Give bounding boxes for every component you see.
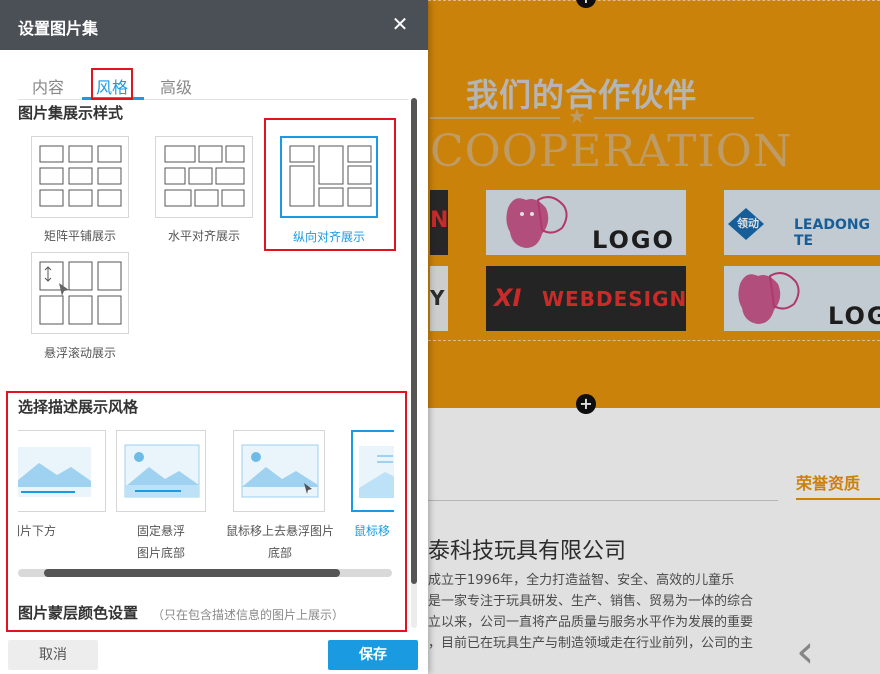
- grid-layout-icon: [39, 145, 122, 207]
- description-option-fixed[interactable]: [116, 430, 206, 512]
- annotation-highlight: [91, 68, 133, 100]
- image-caption-fixed-icon: [124, 444, 200, 498]
- display-option-label: 矩阵平铺展示: [43, 229, 116, 243]
- mask-color-note: （只在包含描述信息的图片上展示）: [152, 608, 345, 622]
- label-line: 固定悬浮: [136, 524, 185, 538]
- horizontal-scrollbar-thumb[interactable]: [44, 569, 340, 577]
- settings-scroll-area[interactable]: 图片集展示样式 矩阵平铺展示 水平对齐展示 纵向对齐展示 悬浮滚动展示 选择描述…: [0, 100, 410, 635]
- description-option-label: 图片下方: [18, 524, 57, 538]
- mask-color-title: 图片蒙层颜色设置: [18, 604, 139, 622]
- description-style-title: 选择描述展示风格: [18, 398, 139, 416]
- vertical-scrollbar[interactable]: [411, 98, 417, 628]
- display-style-title: 图片集展示样式: [18, 104, 124, 122]
- dialog-title: 设置图片集: [18, 19, 99, 38]
- dialog-footer: 取消 保存: [0, 635, 428, 674]
- description-option-mouse-over[interactable]: [351, 430, 394, 512]
- tab-bar: 内容 风格 高级: [18, 68, 408, 100]
- label-line: 底部: [267, 546, 292, 560]
- description-option-below[interactable]: [18, 430, 106, 512]
- annotation-highlight: [264, 118, 396, 251]
- close-icon[interactable]: ✕: [388, 12, 412, 36]
- tab-content[interactable]: 内容: [32, 74, 64, 98]
- description-option-label: 固定悬浮 图片底部: [106, 520, 216, 564]
- display-option-label: 水平对齐展示: [167, 229, 240, 243]
- display-option-horizontal[interactable]: [155, 136, 253, 218]
- description-option-label: 鼠标移上去悬浮图片 底部: [218, 520, 342, 564]
- cancel-button[interactable]: 取消: [8, 640, 98, 670]
- tab-advanced[interactable]: 高级: [160, 74, 192, 98]
- description-option-hover-float[interactable]: [233, 430, 325, 512]
- label-line: 图片底部: [136, 546, 185, 560]
- save-button[interactable]: 保存: [328, 640, 418, 670]
- vertical-scrollbar-thumb[interactable]: [411, 98, 417, 584]
- description-option-label: 鼠标移: [354, 524, 391, 538]
- label-line: 鼠标移上去悬浮图片: [225, 524, 334, 538]
- horizontal-scrollbar[interactable]: [18, 569, 392, 577]
- display-option-grid[interactable]: [31, 136, 129, 218]
- display-option-hover-scroll[interactable]: [31, 252, 129, 334]
- description-style-carousel[interactable]: 图片下方 固定悬浮 图片底部: [18, 430, 394, 580]
- display-option-label: 悬浮滚动展示: [43, 346, 116, 360]
- dialog-header: 设置图片集 ✕: [0, 0, 428, 50]
- gallery-settings-dialog: 设置图片集 ✕ 内容 风格 高级 图片集展示样式 矩阵平铺展示 水平对齐展示 纵…: [0, 0, 428, 674]
- hover-scroll-layout-icon: [39, 261, 122, 325]
- horizontal-layout-icon: [164, 145, 245, 207]
- image-caption-below-icon: [18, 447, 91, 497]
- image-caption-overlay-icon: [359, 446, 394, 498]
- image-caption-hover-icon: [241, 444, 319, 498]
